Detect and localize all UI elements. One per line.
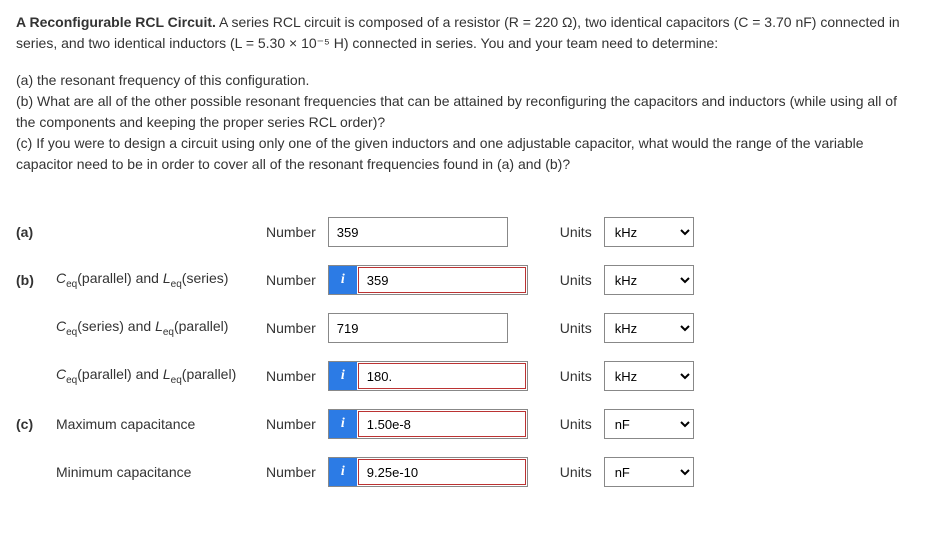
answer-input[interactable]	[358, 363, 526, 389]
unit-select[interactable]: kHz	[604, 217, 694, 247]
question-a: (a) the resonant frequency of this confi…	[16, 70, 919, 91]
answer-input[interactable]	[328, 313, 508, 343]
number-label: Number	[266, 457, 328, 487]
intro-paragraph: A Reconfigurable RCL Circuit. A series R…	[16, 12, 919, 54]
answer-row: Ceq(parallel) and Leq(parallel) Number i…	[16, 361, 706, 391]
units-label: Units	[540, 217, 604, 247]
row-description: Ceq(series) and Leq(parallel)	[56, 313, 266, 343]
row-description	[56, 217, 266, 247]
row-description: Ceq(parallel) and Leq(series)	[56, 265, 266, 295]
input-group: i	[328, 265, 528, 295]
info-icon[interactable]: i	[329, 362, 357, 390]
info-icon[interactable]: i	[329, 266, 357, 294]
part-label: (b)	[16, 265, 56, 295]
number-label: Number	[266, 313, 328, 343]
units-label: Units	[540, 409, 604, 439]
input-group: i	[328, 457, 528, 487]
row-description: Minimum capacitance	[56, 457, 266, 487]
answers-table: (a) Number Units kHz (b) Ceq(parallel) a…	[16, 199, 706, 505]
answer-input[interactable]	[358, 459, 526, 485]
questions-block: (a) the resonant frequency of this confi…	[16, 70, 919, 175]
row-description: Maximum capacitance	[56, 409, 266, 439]
row-description: Ceq(parallel) and Leq(parallel)	[56, 361, 266, 391]
unit-select[interactable]: kHz	[604, 361, 694, 391]
info-icon[interactable]: i	[329, 410, 357, 438]
part-label	[16, 457, 56, 487]
units-label: Units	[540, 457, 604, 487]
unit-select[interactable]: kHz	[604, 265, 694, 295]
answer-row: Ceq(series) and Leq(parallel) Number Uni…	[16, 313, 706, 343]
answer-row: Minimum capacitance Number i Units nF	[16, 457, 706, 487]
number-label: Number	[266, 217, 328, 247]
unit-select[interactable]: kHz	[604, 313, 694, 343]
units-label: Units	[540, 313, 604, 343]
part-label	[16, 313, 56, 343]
answer-row: (b) Ceq(parallel) and Leq(series) Number…	[16, 265, 706, 295]
part-label: (a)	[16, 217, 56, 247]
question-c: (c) If you were to design a circuit usin…	[16, 133, 919, 175]
answer-input[interactable]	[358, 411, 526, 437]
number-label: Number	[266, 265, 328, 295]
number-label: Number	[266, 409, 328, 439]
units-label: Units	[540, 265, 604, 295]
answer-input[interactable]	[328, 217, 508, 247]
units-label: Units	[540, 361, 604, 391]
number-label: Number	[266, 361, 328, 391]
problem-title: A Reconfigurable RCL Circuit.	[16, 14, 216, 30]
info-icon[interactable]: i	[329, 458, 357, 486]
answer-input[interactable]	[358, 267, 526, 293]
input-group: i	[328, 361, 528, 391]
part-label: (c)	[16, 409, 56, 439]
question-b: (b) What are all of the other possible r…	[16, 91, 919, 133]
part-label	[16, 361, 56, 391]
input-group: i	[328, 409, 528, 439]
answer-row: (a) Number Units kHz	[16, 217, 706, 247]
unit-select[interactable]: nF	[604, 457, 694, 487]
answer-row: (c) Maximum capacitance Number i Units n…	[16, 409, 706, 439]
unit-select[interactable]: nF	[604, 409, 694, 439]
